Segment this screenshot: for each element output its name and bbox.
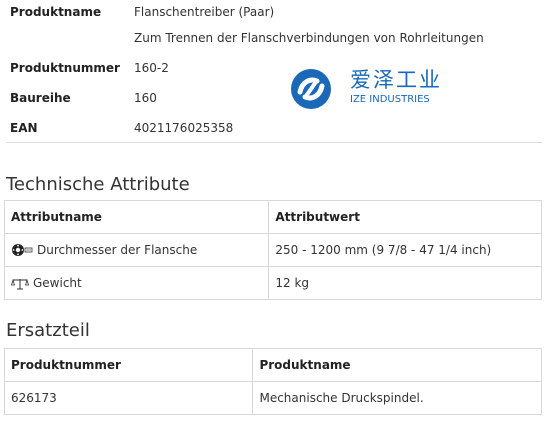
ize-industries-logo: 爱泽工业 IZE INDUSTRIES xyxy=(290,68,450,112)
product-number-label: Produktnummer xyxy=(10,61,120,75)
product-description: Zum Trennen der Flanschverbindungen von … xyxy=(134,31,484,45)
ean-label: EAN xyxy=(10,121,38,135)
ize-logo-icon xyxy=(291,69,331,109)
ean-value: 4021176025358 xyxy=(134,121,234,135)
attribute-value: 12 kg xyxy=(268,266,542,300)
column-header-attribute-name: Attributname xyxy=(3,200,270,234)
spare-parts-title: Ersatzteil xyxy=(6,320,90,341)
spare-part-number: 626173 xyxy=(3,381,254,415)
series-label: Baureihe xyxy=(10,91,71,105)
product-name-label: Produktname xyxy=(10,5,102,19)
attribute-name: Durchmesser der Flansche xyxy=(37,242,198,257)
series-value: 160 xyxy=(134,91,157,105)
table-row: Gewicht 12 kg xyxy=(3,266,542,300)
product-name-value: Flanschentreiber (Paar) xyxy=(134,5,275,19)
column-header-attribute-value: Attributwert xyxy=(268,200,542,234)
spare-part-name: Mechanische Druckspindel. xyxy=(252,381,542,415)
product-number-value: 160-2 xyxy=(134,61,169,75)
attribute-name: Gewicht xyxy=(33,276,82,290)
column-header-product-name: Produktname xyxy=(252,348,542,382)
attribute-name-cell: Durchmesser der Flansche xyxy=(3,233,270,267)
section-divider xyxy=(6,142,542,143)
logo-english-text: IZE INDUSTRIES xyxy=(350,94,430,105)
flange-diameter-icon xyxy=(12,244,33,257)
table-row: Durchmesser der Flansche 250 - 1200 mm (… xyxy=(3,233,542,267)
logo-chinese-text: 爱泽工业 xyxy=(350,68,442,92)
spare-parts-table: Produktnummer Produktname 626173 Mechani… xyxy=(3,348,542,415)
attribute-value: 250 - 1200 mm (9 7/8 - 47 1/4 inch) xyxy=(268,233,542,267)
table-header-row: Attributname Attributwert xyxy=(3,200,542,234)
technical-attributes-table: Attributname Attributwert Durchmesser de… xyxy=(3,200,542,300)
table-header-row: Produktnummer Produktname xyxy=(3,348,542,382)
table-row: 626173 Mechanische Druckspindel. xyxy=(3,381,542,415)
attribute-name-cell: Gewicht xyxy=(3,266,270,300)
technical-attributes-title: Technische Attribute xyxy=(6,174,190,195)
weight-scale-icon xyxy=(11,278,29,289)
column-header-product-number: Produktnummer xyxy=(3,348,254,382)
